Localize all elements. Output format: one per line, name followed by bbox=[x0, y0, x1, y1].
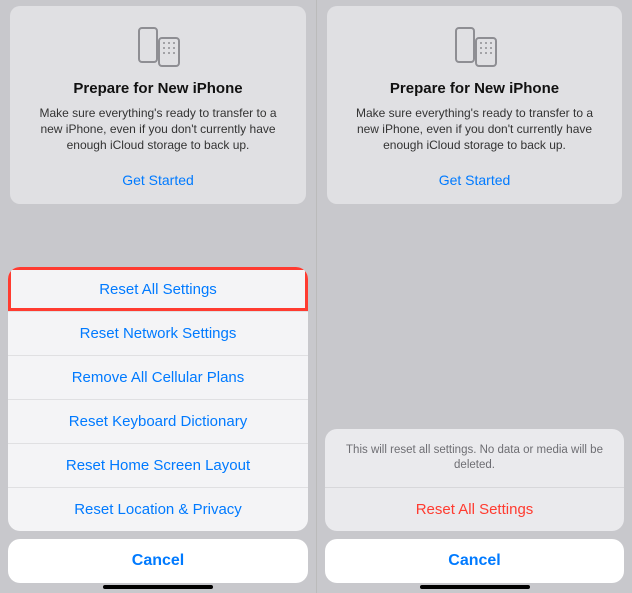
home-indicator[interactable] bbox=[103, 585, 213, 589]
reset-all-settings-option[interactable]: Reset All Settings bbox=[8, 267, 308, 311]
home-indicator[interactable] bbox=[420, 585, 530, 589]
reset-options-group: Reset All Settings Reset Network Setting… bbox=[8, 267, 308, 531]
prepare-title: Prepare for New iPhone bbox=[22, 80, 294, 97]
get-started-button[interactable]: Get Started bbox=[339, 172, 610, 188]
prepare-title: Prepare for New iPhone bbox=[339, 80, 610, 97]
remove-all-cellular-plans-option[interactable]: Remove All Cellular Plans bbox=[8, 355, 308, 399]
transfer-devices-icon bbox=[22, 26, 294, 68]
cancel-button[interactable]: Cancel bbox=[8, 539, 308, 583]
screen-reset-confirm: Prepare for New iPhone Make sure everyth… bbox=[316, 0, 632, 593]
prepare-for-new-iphone-card: Prepare for New iPhone Make sure everyth… bbox=[10, 6, 306, 204]
reset-home-screen-layout-option[interactable]: Reset Home Screen Layout bbox=[8, 443, 308, 487]
prepare-for-new-iphone-card: Prepare for New iPhone Make sure everyth… bbox=[327, 6, 622, 204]
confirm-message: This will reset all settings. No data or… bbox=[325, 429, 624, 487]
prepare-description: Make sure everything's ready to transfer… bbox=[30, 105, 286, 154]
reset-keyboard-dictionary-option[interactable]: Reset Keyboard Dictionary bbox=[8, 399, 308, 443]
cancel-button[interactable]: Cancel bbox=[325, 539, 624, 583]
confirm-action-sheet: This will reset all settings. No data or… bbox=[325, 429, 624, 593]
screen-reset-options: Prepare for New iPhone Make sure everyth… bbox=[0, 0, 316, 593]
transfer-devices-icon bbox=[339, 26, 610, 68]
confirm-group: This will reset all settings. No data or… bbox=[325, 429, 624, 531]
reset-location-privacy-option[interactable]: Reset Location & Privacy bbox=[8, 487, 308, 531]
confirm-reset-all-settings-button[interactable]: Reset All Settings bbox=[325, 487, 624, 531]
reset-network-settings-option[interactable]: Reset Network Settings bbox=[8, 311, 308, 355]
reset-action-sheet: Reset All Settings Reset Network Setting… bbox=[8, 267, 308, 593]
get-started-button[interactable]: Get Started bbox=[22, 172, 294, 188]
prepare-description: Make sure everything's ready to transfer… bbox=[347, 105, 602, 154]
